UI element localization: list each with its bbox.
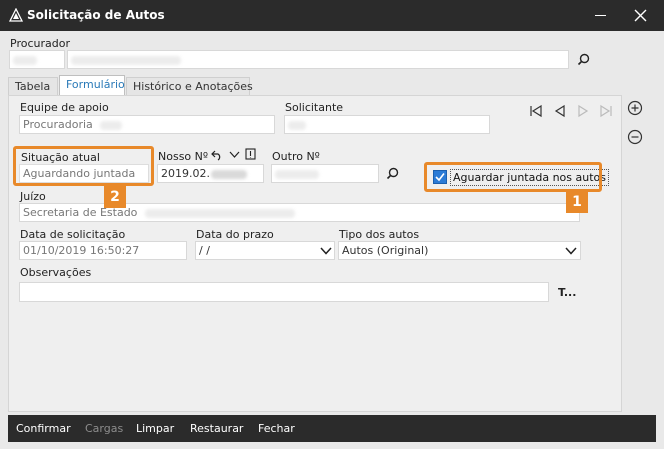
cargas-button[interactable]: Cargas — [85, 422, 123, 435]
callout-box-1 — [424, 162, 602, 192]
procurador-code-field[interactable] — [9, 50, 65, 69]
chevron-down-icon[interactable] — [229, 151, 240, 159]
tipo-select[interactable]: Autos (Original) — [338, 241, 581, 260]
equipe-field[interactable]: Procuradoria — [19, 115, 275, 134]
window: Solicitação de Autos Procurador Tabela F… — [0, 0, 664, 449]
equipe-value: Procuradoria — [23, 118, 93, 131]
confirmar-button[interactable]: Confirmar — [16, 422, 71, 435]
data-solicitacao-value: 01/10/2019 16:50:27 — [23, 244, 140, 257]
solicitante-label: Solicitante — [285, 101, 344, 114]
footer-toolbar: Confirmar Cargas Limpar Restaurar Fechar — [8, 415, 656, 442]
chevron-down-icon[interactable] — [320, 246, 332, 256]
remove-record-icon[interactable] — [627, 129, 643, 145]
data-prazo-label: Data do prazo — [196, 228, 274, 241]
search-icon[interactable] — [577, 53, 590, 66]
chevron-down-icon[interactable] — [565, 246, 577, 256]
minimize-button[interactable] — [584, 0, 618, 31]
window-title: Solicitação de Autos — [27, 8, 165, 22]
solicitante-field[interactable] — [284, 115, 490, 134]
restaurar-button[interactable]: Restaurar — [190, 422, 243, 435]
callout-box-2 — [13, 146, 154, 186]
equipe-label: Equipe de apoio — [20, 101, 109, 114]
juizo-label: Juízo — [20, 190, 46, 203]
first-record-icon[interactable] — [529, 104, 543, 118]
callout-badge-2: 2 — [104, 186, 126, 208]
nosso-field[interactable]: 2019.02. — [157, 164, 264, 183]
close-button[interactable] — [624, 0, 658, 31]
data-solicitacao-label: Data de solicitação — [20, 228, 126, 241]
tipo-label: Tipo dos autos — [339, 228, 420, 241]
outro-field[interactable] — [271, 164, 379, 183]
limpar-button[interactable]: Limpar — [136, 422, 174, 435]
previous-record-icon[interactable] — [553, 104, 567, 118]
observacoes-label: Observações — [20, 266, 92, 279]
nosso-label: Nosso Nº — [158, 150, 209, 163]
tab-historico[interactable]: Histórico e Anotações — [126, 77, 253, 95]
search-icon[interactable] — [386, 167, 399, 180]
close-icon — [634, 9, 647, 22]
next-record-icon[interactable] — [576, 104, 590, 118]
app-logo-icon — [9, 8, 23, 22]
title-bar: Solicitação de Autos — [0, 0, 664, 31]
data-prazo-value: / / — [199, 244, 210, 257]
fechar-button[interactable]: Fechar — [258, 422, 295, 435]
nosso-value: 2019.02. — [161, 167, 210, 180]
callout-badge-1: 1 — [566, 191, 588, 213]
last-record-icon[interactable] — [599, 104, 613, 118]
text-tool-button[interactable]: T... — [558, 286, 576, 299]
data-solicitacao-field[interactable]: 01/10/2019 16:50:27 — [19, 241, 187, 260]
outro-label: Outro Nº — [272, 150, 320, 163]
data-prazo-field[interactable]: / / — [195, 241, 335, 260]
procurador-label: Procurador — [10, 37, 70, 50]
add-record-icon[interactable] — [627, 100, 643, 116]
tab-formulario[interactable]: Formulário — [59, 75, 125, 96]
procurador-name-field[interactable] — [67, 50, 569, 69]
undo-icon[interactable] — [211, 150, 223, 161]
observacoes-field[interactable] — [19, 282, 549, 302]
tab-tabela[interactable]: Tabela — [8, 77, 58, 95]
tipo-value: Autos (Original) — [342, 244, 429, 257]
document-icon[interactable] — [245, 148, 256, 160]
